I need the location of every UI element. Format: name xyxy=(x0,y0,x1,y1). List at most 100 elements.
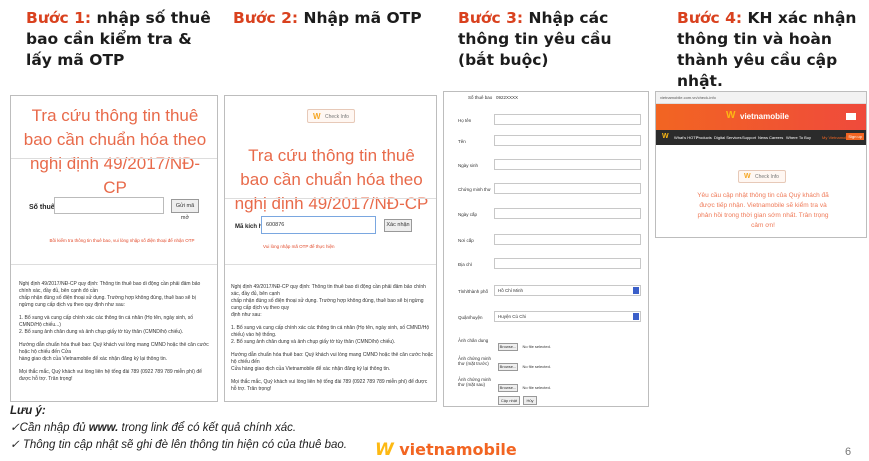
panel2-body-line: Cửa hàng giao dịch của Vietnamobile để x… xyxy=(231,366,391,372)
vietnamobile-logo-icon: W xyxy=(375,440,394,460)
send-otp-button[interactable]: Gửi mã mở xyxy=(171,199,199,221)
page-number: 6 xyxy=(845,446,852,458)
panel1-body-line: hàng giao dịch của Vietnamobile để xác n… xyxy=(19,356,168,362)
address-input[interactable] xyxy=(494,258,641,269)
panel3-top-label: Số thuê bao xyxy=(468,95,493,100)
portrait-file-input[interactable]: Browse... No file selected. xyxy=(498,335,551,351)
panel2-title: Tra cứu thông tin thuê bao cần chuẩn hóa… xyxy=(234,146,429,213)
panel-step-3-screenshot: Số thuê bao 0922XXXX Họ tên Tên Ngày sin… xyxy=(443,91,649,407)
form-label: Địa chỉ xyxy=(458,262,472,267)
update-submit-button[interactable]: Cập nhật xyxy=(498,396,520,405)
panel2-tab: W Check Info xyxy=(307,109,355,123)
panel1-body-line: Nghị định 49/2017/NĐ-CP quy định: Thông … xyxy=(19,281,201,294)
step-1-heading: Bước 1: nhập số thuê bao cần kiểm tra & … xyxy=(26,8,216,71)
panel1-body-line: Mọi thắc mắc, Quý khách vui lòng liên hệ… xyxy=(19,369,202,382)
province-select[interactable]: Hồ Chí Minh xyxy=(494,285,641,296)
vietnamobile-logo-icon: W xyxy=(313,112,321,121)
panel2-body-line: Nghị định 49/2017/NĐ-CP quy định: Thông … xyxy=(231,284,426,297)
form-label: Ảnh chứng minh thư (mặt sau) xyxy=(458,377,492,387)
nav-item[interactable]: Products xyxy=(696,135,712,140)
footer-logo: W vietnamobile xyxy=(375,440,517,460)
confirm-otp-button[interactable]: Xác nhận xyxy=(384,219,412,232)
panel1-title: Tra cứu thông tin thuê bao cần chuẩn hóa… xyxy=(23,106,207,197)
form-label: Tên xyxy=(458,139,466,144)
nav-logo-icon: W xyxy=(662,133,669,140)
form-label: Ngày cấp xyxy=(458,212,478,217)
issue-date-input[interactable] xyxy=(494,208,641,219)
note-line-1-suffix: trong link để có kết quả chính xác. xyxy=(118,422,297,434)
panel1-body-line: chấp nhận đúng số điện thoại sử dụng. Tr… xyxy=(19,295,196,308)
form-label: Ngày sinh xyxy=(458,163,479,168)
panel-step-2-screenshot: W Check Info Tra cứu thông tin thuê bao … xyxy=(224,95,437,402)
no-file-label: No file selected. xyxy=(522,344,551,349)
district-select[interactable]: Huyện Củ Chi xyxy=(494,311,641,322)
panel2-body-line: chấp nhận đúng số điện thoại sử dụng. Tr… xyxy=(231,298,424,311)
panel2-body-line: Mọi thắc mắc, Quý khách vui lòng liên hệ… xyxy=(231,379,428,392)
notes-heading: Lưu ý: xyxy=(10,405,46,417)
vietnamobile-logo-icon: W xyxy=(744,173,751,180)
browse-button[interactable]: Browse... xyxy=(498,384,518,392)
panel1-body-line: 1. Bổ sung và cung cấp chính xác các thô… xyxy=(19,315,193,328)
step-3-heading: Bước 3: Nhập các thông tin yêu cầu (bắt … xyxy=(458,8,638,71)
signup-button[interactable]: Sign up xyxy=(846,133,864,140)
panel2-tab-label: Check Info xyxy=(325,114,349,120)
chevron-down-icon xyxy=(633,287,639,294)
nav-item[interactable]: Digital Services xyxy=(714,135,742,140)
footer-brand-text: vietnamobile xyxy=(399,440,517,459)
nav-item[interactable]: Where To Buy xyxy=(786,135,811,140)
step-3-number: Bước 3: xyxy=(458,9,524,27)
nav-item[interactable]: News xyxy=(758,135,768,140)
step-2-number: Bước 2: xyxy=(233,9,299,27)
form-label: Nơi cấp xyxy=(458,238,474,243)
vietnamobile-logo-icon: W xyxy=(726,110,736,121)
subscriber-number-input[interactable] xyxy=(54,197,164,214)
form-label: Tỉnh/thành phố xyxy=(458,289,489,294)
brand-header: W vietnamobile xyxy=(656,104,866,130)
panel2-body-line: 1. Bổ sung và cung cấp chính xác các thô… xyxy=(231,325,430,338)
province-select-value: Hồ Chí Minh xyxy=(498,288,524,293)
no-file-label: No file selected. xyxy=(522,364,551,369)
browse-button[interactable]: Browse... xyxy=(498,343,518,351)
language-icon[interactable] xyxy=(846,113,856,120)
header-brand-text: vietnamobile xyxy=(740,112,789,121)
otp-input-value: 600876 xyxy=(266,222,285,228)
form-label: Chứng minh thư xyxy=(458,187,491,192)
chevron-down-icon xyxy=(633,313,639,320)
id-number-input[interactable] xyxy=(494,183,641,194)
main-nav: W What's HOT? Products Digital Services … xyxy=(656,130,866,145)
note-line-1-bold: www. xyxy=(88,422,119,434)
panel1-note: Bồi kiểm tra thông tin thuê bao, vui lòn… xyxy=(49,238,195,243)
note-line-1: ✓Cần nhập đủ www. trong link để có kết q… xyxy=(10,420,296,434)
panel1-body: Nghị định 49/2017/NĐ-CP quy định: Thông … xyxy=(19,281,211,383)
otp-input[interactable]: 600876 xyxy=(261,216,376,234)
panel4-tab: W Check Info xyxy=(738,170,786,183)
panel1-body-line: Hướng dẫn chuẩn hóa thuê bao: Quý khách … xyxy=(19,342,209,355)
issue-place-input[interactable] xyxy=(494,234,641,245)
id-back-file-input[interactable]: Browse... No file selected. xyxy=(498,376,551,392)
panel4-tab-label: Check Info xyxy=(755,174,779,180)
panel-step-4-screenshot: vietnamobile.com.vn/check-info W vietnam… xyxy=(655,91,867,238)
url-text: vietnamobile.com.vn/check-info xyxy=(660,95,716,100)
browse-button[interactable]: Browse... xyxy=(498,363,518,371)
nav-item[interactable]: Support xyxy=(742,135,756,140)
form-label: Quận/huyện xyxy=(458,315,483,320)
confirmation-message: Yêu cầu cập nhật thông tin của Quý khách… xyxy=(697,192,829,229)
nav-item[interactable]: Careers xyxy=(769,135,783,140)
note-line-1-prefix: ✓Cần nhập đủ xyxy=(10,422,89,434)
full-name-input[interactable] xyxy=(494,114,641,125)
no-file-label: No file selected. xyxy=(522,385,551,390)
form-label: Ảnh chứng minh thư (mặt trước) xyxy=(458,356,492,366)
nav-item[interactable]: What's HOT? xyxy=(674,135,698,140)
browser-url-bar: vietnamobile.com.vn/check-info xyxy=(656,92,866,104)
form-label: Ảnh chân dung xyxy=(458,338,489,343)
step-2-text: Nhập mã OTP xyxy=(298,9,422,27)
panel2-body-line: định như sau: xyxy=(231,312,262,318)
panel2-note: Vui lòng nhập mã OTP để thực hiện xyxy=(263,244,335,249)
panel2-body-line: 2. Bổ sung ảnh chân dung và ảnh chụp giấ… xyxy=(231,339,396,345)
panel1-body-line: 2. Bổ sung ảnh chân dung và ảnh chụp giấ… xyxy=(19,329,184,335)
name-input[interactable] xyxy=(494,135,641,146)
cancel-button[interactable]: Hủy xyxy=(523,396,537,405)
id-front-file-input[interactable]: Browse... No file selected. xyxy=(498,355,551,371)
birth-date-input[interactable] xyxy=(494,159,641,170)
note-line-2: ✓ Thông tin cập nhật sẽ ghi đè lên thông… xyxy=(10,439,347,451)
